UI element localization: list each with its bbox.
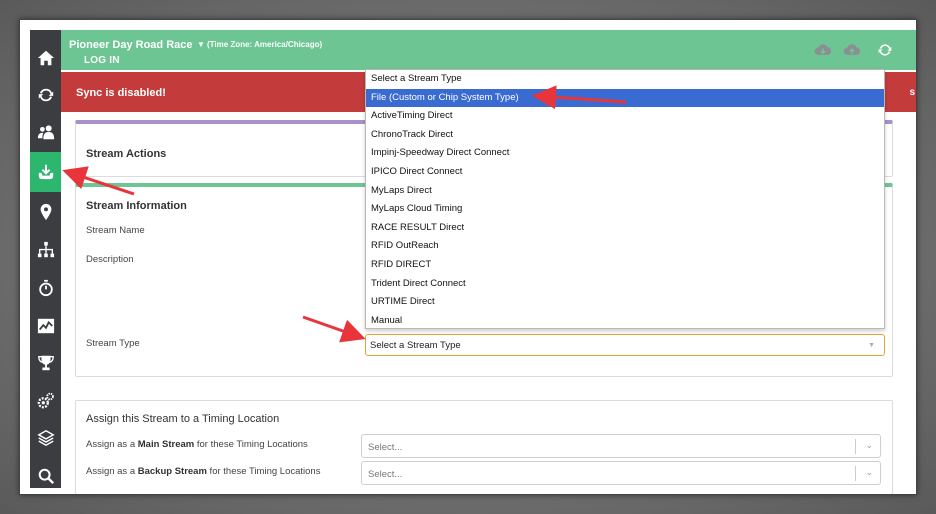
stopwatch-icon <box>38 279 53 297</box>
main-stream-label-bold: Main Stream <box>137 439 195 450</box>
refresh-icon[interactable] <box>876 42 894 58</box>
sitemap-icon <box>37 241 54 258</box>
stream-type-option[interactable]: RFID DIRECT <box>366 256 884 275</box>
users-icon <box>37 125 54 140</box>
stream-type-option[interactable]: Select a Stream Type <box>366 70 884 89</box>
sidebar-item-streams[interactable] <box>30 152 61 192</box>
sidebar-item-awards[interactable] <box>30 348 61 378</box>
select-separator <box>855 439 856 454</box>
sidebar-item-layers[interactable] <box>30 423 61 453</box>
sidebar-item-participants[interactable] <box>30 117 61 147</box>
stream-type-value: Select a Stream Type <box>370 340 461 351</box>
select-caret-icon: ▼ <box>868 342 875 349</box>
cloud-upload-icon[interactable] <box>843 42 861 58</box>
stream-type-dropdown-list: Select a Stream Type File (Custom or Chip… <box>365 69 885 329</box>
sync-icon <box>38 88 53 102</box>
sync-banner-trailing-text: s <box>909 87 915 98</box>
event-header: Pioneer Day Road Race ▼ (Time Zone: Amer… <box>61 30 916 70</box>
sidebar-item-timing[interactable] <box>30 273 61 303</box>
assign-title: Assign this Stream to a Timing Location <box>86 413 280 425</box>
app-window: Pioneer Day Road Race ▼ (Time Zone: Amer… <box>19 19 917 495</box>
sidebar-item-home[interactable] <box>30 43 61 73</box>
stream-type-option[interactable]: Manual <box>366 312 884 331</box>
event-title[interactable]: Pioneer Day Road Race <box>69 39 193 51</box>
stream-type-select[interactable]: Select a Stream Type ▼ <box>365 334 885 356</box>
sidebar <box>30 30 61 488</box>
main-stream-placeholder: Select... <box>368 442 403 453</box>
stream-type-option[interactable]: Trident Direct Connect <box>366 275 884 294</box>
stream-type-option[interactable]: Impinj-Speedway Direct Connect <box>366 144 884 163</box>
backup-stream-placeholder: Select... <box>368 469 403 480</box>
main-stream-label-prefix: Assign as a <box>86 439 138 450</box>
main-stream-locations-select[interactable]: Select... ⌄ <box>361 434 881 458</box>
chevron-down-icon[interactable]: ⌄ <box>865 467 873 478</box>
sidebar-item-reports[interactable] <box>30 311 61 341</box>
stream-type-option[interactable]: ActiveTiming Direct <box>366 107 884 126</box>
backup-stream-label: Assign as a Backup Stream for these Timi… <box>86 466 320 477</box>
stream-type-label: Stream Type <box>86 338 140 349</box>
sidebar-item-settings[interactable] <box>30 386 61 416</box>
stream-information-title: Stream Information <box>86 200 187 212</box>
sidebar-item-sync[interactable] <box>30 80 61 110</box>
main-stream-label: Assign as a Main Stream for these Timing… <box>86 439 308 450</box>
select-separator <box>855 466 856 481</box>
backup-stream-label-prefix: Assign as a <box>86 466 138 477</box>
cloud-download-icon[interactable] <box>814 42 832 58</box>
assign-timing-location-card: Assign this Stream to a Timing Location … <box>75 400 893 494</box>
stream-type-option[interactable]: MyLaps Direct <box>366 182 884 201</box>
description-label: Description <box>86 254 134 265</box>
stream-type-option[interactable]: ChronoTrack Direct <box>366 126 884 145</box>
stream-type-option[interactable]: MyLaps Cloud Timing <box>366 200 884 219</box>
trophy-icon <box>37 355 54 371</box>
download-tray-icon <box>38 164 53 180</box>
login-link[interactable]: LOG IN <box>84 55 120 66</box>
gears-icon <box>37 392 54 409</box>
sync-disabled-message: Sync is disabled! <box>76 87 166 99</box>
stream-type-option[interactable]: IPICO Direct Connect <box>366 163 884 182</box>
stream-actions-title: Stream Actions <box>86 148 167 160</box>
chart-line-icon <box>37 318 54 334</box>
sidebar-item-locations[interactable] <box>30 197 61 227</box>
backup-stream-label-bold: Backup Stream <box>137 466 207 477</box>
stream-type-option[interactable]: RFID OutReach <box>366 237 884 256</box>
stream-type-option[interactable]: RACE RESULT Direct <box>366 219 884 238</box>
backup-stream-label-suffix: for these Timing Locations <box>206 466 321 477</box>
chevron-down-icon[interactable]: ⌄ <box>865 440 873 451</box>
event-switch-caret-icon[interactable]: ▼ <box>197 40 205 49</box>
backup-stream-locations-select[interactable]: Select... ⌄ <box>361 461 881 485</box>
sidebar-item-search[interactable] <box>30 461 61 491</box>
search-icon <box>38 468 54 485</box>
sidebar-item-structure[interactable] <box>30 235 61 265</box>
timezone-label: (Time Zone: America/Chicago) <box>207 40 323 49</box>
layers-icon <box>36 429 55 447</box>
stream-name-label: Stream Name <box>86 225 145 236</box>
stream-type-option[interactable]: File (Custom or Chip System Type) <box>366 88 884 108</box>
main-stream-label-suffix: for these Timing Locations <box>194 439 308 450</box>
stream-type-option[interactable]: URTIME Direct <box>366 293 884 312</box>
map-marker-icon <box>40 203 51 221</box>
home-icon <box>37 50 54 66</box>
